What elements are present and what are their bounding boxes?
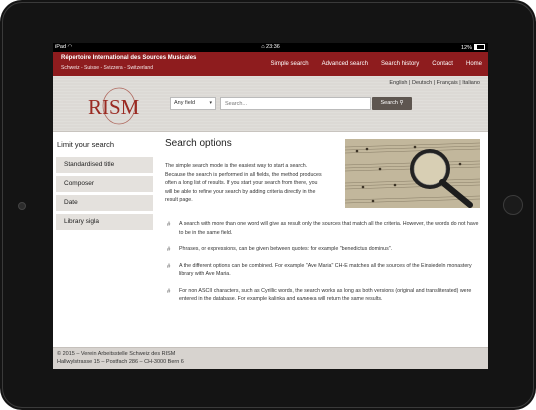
- rism-logo[interactable]: RISM: [86, 85, 144, 125]
- search-field-value: Any field: [174, 100, 196, 106]
- facet-library-sigla[interactable]: Library sigla: [56, 214, 153, 230]
- chevron-down-icon: ▾: [209, 100, 212, 106]
- hash-icon: #: [167, 263, 171, 270]
- hash-icon: #: [167, 247, 171, 253]
- magnifier-score-image: [345, 139, 480, 208]
- sidebar-heading: Limit your search: [57, 140, 115, 149]
- facet-composer[interactable]: Composer: [56, 176, 153, 192]
- time-text: 23:36: [266, 44, 280, 50]
- site-subtitle: Schweiz - Suisse - Svizzera - Switzerlan…: [61, 65, 153, 71]
- nav-contact[interactable]: Contact: [432, 61, 453, 67]
- main-nav: Simple search Advanced search Search his…: [258, 52, 482, 76]
- language-switcher: English | Deutsch | Français | Italiano: [389, 80, 480, 86]
- nav-advanced-search[interactable]: Advanced search: [322, 61, 368, 67]
- search-icon: ⚲: [399, 100, 404, 106]
- status-time: ⌂ 23:36: [53, 44, 488, 50]
- list-item-text: Phrases, or expressions, can be given be…: [179, 246, 393, 252]
- list-item-text: A the different options can be combined.…: [179, 262, 472, 278]
- camera-icon: [18, 202, 26, 210]
- footer-address: Hallwylstrasse 15 – Postfach 286 – CH-30…: [57, 359, 184, 365]
- list-item: # For non ASCII characters, such as Cyril…: [165, 287, 480, 304]
- facet-date[interactable]: Date: [56, 195, 153, 211]
- footer-copyright: © 2015 – Verein Arbeitsstelle Schweiz de…: [57, 351, 176, 357]
- nav-search-history[interactable]: Search history: [381, 61, 419, 67]
- header: English | Deutsch | Français | Italiano …: [53, 76, 488, 132]
- hash-icon: #: [167, 222, 171, 228]
- list-item-text: For non ASCII characters, such as Cyrill…: [179, 287, 472, 303]
- screen: iPad ◠ ⌂ 23:36 12% Répertoire Internatio…: [53, 43, 488, 369]
- lang-english[interactable]: English: [389, 80, 407, 86]
- battery-percent: 12%: [460, 45, 472, 51]
- lang-italiano[interactable]: Italiano: [462, 80, 480, 86]
- battery-icon: [474, 44, 485, 50]
- list-item-text: A search with more than one word will gi…: [179, 221, 479, 236]
- search-input[interactable]: [220, 97, 371, 110]
- search-field-select[interactable]: Any field ▾: [170, 97, 216, 110]
- top-bar: Répertoire International des Sources Mus…: [53, 52, 488, 76]
- status-right: 12%: [461, 44, 485, 51]
- search-button[interactable]: Search ⚲: [372, 97, 412, 110]
- list-item: # A the different options can be combined…: [165, 262, 480, 279]
- lang-deutsch[interactable]: Deutsch: [412, 80, 432, 86]
- nav-simple-search[interactable]: Simple search: [271, 61, 309, 67]
- status-bar: iPad ◠ ⌂ 23:36 12%: [53, 43, 488, 52]
- facet-standardised-title[interactable]: Standardised title: [56, 157, 153, 173]
- nav-home[interactable]: Home: [466, 61, 482, 67]
- lang-francais[interactable]: Français: [437, 80, 458, 86]
- intro-text: The simple search mode is the easiest wa…: [165, 163, 322, 203]
- ipad-frame: iPad ◠ ⌂ 23:36 12% Répertoire Internatio…: [0, 0, 536, 410]
- search-button-label: Search: [380, 100, 398, 106]
- content: Limit your search Standardised title Com…: [53, 132, 488, 348]
- logo-text: RISM: [88, 95, 140, 119]
- options-list: # A search with more than one word will g…: [165, 220, 480, 312]
- page-title: Search options: [165, 138, 232, 149]
- list-item: # Phrases, or expressions, can be given b…: [165, 245, 480, 254]
- site-title[interactable]: Répertoire International des Sources Mus…: [61, 55, 196, 61]
- footer: © 2015 – Verein Arbeitsstelle Schweiz de…: [53, 347, 488, 369]
- home-button[interactable]: [503, 195, 523, 215]
- hash-icon: #: [167, 288, 171, 295]
- facet-list: Standardised title Composer Date Library…: [56, 157, 153, 233]
- list-item: # A search with more than one word will g…: [165, 220, 480, 237]
